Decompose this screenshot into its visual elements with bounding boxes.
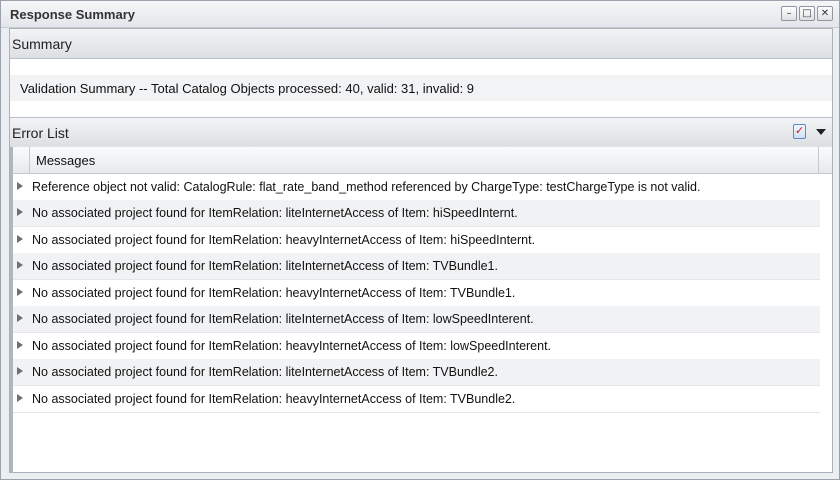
expand-arrow-icon[interactable] <box>17 288 23 296</box>
table-row[interactable]: No associated project found for ItemRela… <box>10 280 820 307</box>
error-message: No associated project found for ItemRela… <box>32 392 516 406</box>
table-row[interactable]: No associated project found for ItemRela… <box>10 200 820 227</box>
dropdown-icon[interactable] <box>816 128 826 135</box>
error-list-title: Error List <box>12 125 69 141</box>
table-row[interactable]: No associated project found for ItemRela… <box>10 227 820 254</box>
expand-arrow-icon[interactable] <box>17 367 23 375</box>
grid-header: Messages <box>10 147 832 174</box>
close-icon: ✕ <box>820 7 830 19</box>
error-message: No associated project found for ItemRela… <box>32 365 498 379</box>
table-row[interactable]: No associated project found for ItemRela… <box>10 333 820 360</box>
window-title: Response Summary <box>10 7 135 22</box>
error-message: No associated project found for ItemRela… <box>32 312 534 326</box>
expand-arrow-icon[interactable] <box>17 182 23 190</box>
grid-left-border <box>10 147 13 472</box>
validate-icon[interactable] <box>793 124 806 139</box>
response-summary-window: Response Summary – □ ✕ Summary Validatio… <box>0 0 840 480</box>
error-message: No associated project found for ItemRela… <box>32 259 498 273</box>
table-row[interactable]: Reference object not valid: CatalogRule:… <box>10 174 820 201</box>
summary-title: Summary <box>12 36 72 52</box>
validation-summary: Validation Summary -- Total Catalog Obje… <box>10 75 832 101</box>
expand-arrow-icon[interactable] <box>17 314 23 322</box>
messages-column-header[interactable]: Messages <box>36 153 95 168</box>
window-controls: – □ ✕ <box>781 6 833 21</box>
column-divider[interactable] <box>818 147 819 173</box>
error-list-header[interactable]: Error List <box>10 117 832 148</box>
error-message: Reference object not valid: CatalogRule:… <box>32 180 701 194</box>
maximize-button[interactable]: □ <box>799 6 815 21</box>
error-message: No associated project found for ItemRela… <box>32 339 552 353</box>
close-button[interactable]: ✕ <box>817 6 833 21</box>
minimize-button[interactable]: – <box>781 6 797 21</box>
error-list-tools <box>793 124 826 139</box>
error-message: No associated project found for ItemRela… <box>32 206 518 220</box>
error-message: No associated project found for ItemRela… <box>32 233 536 247</box>
title-bar[interactable]: Response Summary – □ ✕ <box>1 1 839 28</box>
table-row[interactable]: No associated project found for ItemRela… <box>10 306 820 333</box>
expand-arrow-icon[interactable] <box>17 235 23 243</box>
table-row[interactable]: No associated project found for ItemRela… <box>10 359 820 386</box>
summary-section-header[interactable]: Summary <box>10 29 832 59</box>
expand-arrow-icon[interactable] <box>17 208 23 216</box>
maximize-icon: □ <box>802 7 812 19</box>
minimize-icon: – <box>786 7 792 19</box>
expand-arrow-icon[interactable] <box>17 394 23 402</box>
table-row[interactable]: No associated project found for ItemRela… <box>10 253 820 280</box>
content-panel: Summary Validation Summary -- Total Cata… <box>9 28 833 473</box>
expand-arrow-icon[interactable] <box>17 261 23 269</box>
expand-arrow-icon[interactable] <box>17 341 23 349</box>
error-grid: Messages Reference object not valid: Cat… <box>10 147 832 472</box>
error-message: No associated project found for ItemRela… <box>32 286 516 300</box>
table-row[interactable]: No associated project found for ItemRela… <box>10 386 820 413</box>
grid-gutter <box>10 147 30 173</box>
validation-summary-text: Validation Summary -- Total Catalog Obje… <box>20 81 475 96</box>
